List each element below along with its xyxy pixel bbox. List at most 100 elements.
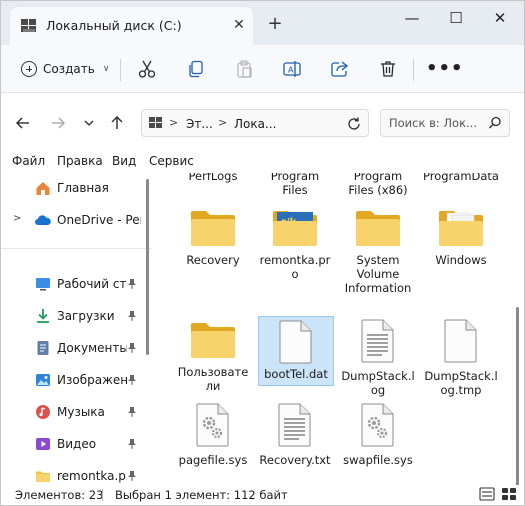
- file-item-swapfile[interactable]: swapfile.sys: [340, 403, 416, 479]
- selection-info: Выбран 1 элемент: 112 байт: [115, 488, 288, 502]
- breadcrumb-this-pc[interactable]: Эт...: [186, 117, 213, 131]
- file-name: DumpStack.log: [341, 369, 415, 397]
- create-label: Создать: [43, 62, 95, 76]
- file-name: System Volume Information: [344, 253, 412, 295]
- file-item-users[interactable]: Пользователи: [175, 319, 251, 395]
- close-tab-icon[interactable]: ✕: [230, 16, 248, 34]
- file-name: swapfile.sys: [343, 453, 413, 467]
- pin-icon: [128, 407, 136, 417]
- divider: [102, 489, 103, 501]
- recent-locations-button[interactable]: [79, 113, 99, 133]
- tab-local-disk[interactable]: Локальный диск (C:) ✕: [10, 7, 253, 45]
- up-button[interactable]: [107, 113, 127, 133]
- file-item-program-files-x86[interactable]: Program Files (x86): [340, 173, 416, 205]
- file-name: pagefile.sys: [178, 453, 248, 467]
- search-box[interactable]: [380, 109, 510, 137]
- back-button[interactable]: [13, 113, 33, 133]
- minimize-button[interactable]: —: [397, 7, 427, 29]
- file-item-program-files[interactable]: Program Files: [257, 173, 333, 205]
- cut-icon: [138, 60, 156, 78]
- file-icon: [279, 320, 312, 364]
- file-item-remontka-folder[interactable]: r/k remontka.pro: [257, 207, 333, 307]
- menu-file[interactable]: Файл: [12, 154, 45, 168]
- system-file-icon: [361, 403, 394, 447]
- maximize-button[interactable]: ☐: [441, 7, 471, 29]
- arrow-up-icon: [111, 116, 123, 129]
- file-item-dumpstack-log[interactable]: DumpStack.log: [340, 319, 416, 397]
- close-window-button[interactable]: ✕: [485, 7, 515, 29]
- sidebar-item-documents[interactable]: Документы: [1, 334, 151, 362]
- sidebar-item-video[interactable]: Видео: [1, 430, 151, 458]
- breadcrumb-separator[interactable]: >: [169, 116, 178, 129]
- navigation-pane: Главная > OneDrive - Perso Рабочий стол …: [1, 173, 151, 485]
- menu-bar: Файл Правка Вид Сервис: [1, 151, 524, 173]
- refresh-icon[interactable]: [345, 115, 363, 133]
- divider: [413, 59, 414, 81]
- documents-icon: [37, 341, 49, 355]
- system-file-icon: [196, 403, 229, 447]
- file-item-recovery-txt[interactable]: Recovery.txt: [257, 403, 333, 479]
- details-view-icon[interactable]: [479, 487, 495, 501]
- file-item-boottel[interactable]: bootTel.dat: [258, 316, 334, 386]
- file-name: DumpStack.log.tmp: [424, 369, 498, 397]
- share-button[interactable]: [328, 57, 352, 81]
- copy-button[interactable]: [184, 57, 208, 81]
- file-explorer-window: Локальный диск (C:) ✕ + — ☐ ✕ Создать ∨: [0, 0, 525, 506]
- file-item-perflogs[interactable]: PerfLogs: [175, 173, 251, 205]
- file-item-recovery-folder[interactable]: Recovery: [175, 207, 251, 307]
- new-tab-button[interactable]: +: [265, 14, 285, 34]
- svg-text:A: A: [288, 66, 294, 75]
- file-item-programdata[interactable]: ProgramData: [423, 173, 499, 205]
- sidebar-item-desktop[interactable]: Рабочий стол: [1, 270, 151, 298]
- folder-icon: [191, 211, 235, 246]
- address-bar[interactable]: > Эт... > Лока...: [141, 109, 369, 137]
- tab-title: Локальный диск (C:): [46, 18, 182, 33]
- file-item-pagefile[interactable]: pagefile.sys: [175, 403, 251, 479]
- copy-icon: [189, 60, 203, 78]
- delete-button[interactable]: [376, 57, 400, 81]
- sidebar-item-remontka[interactable]: remontka.pro: [1, 462, 151, 485]
- documents-folder-icon: [439, 211, 483, 246]
- sidebar-item-label: Изображения: [57, 373, 127, 387]
- paste-icon: [237, 60, 252, 78]
- rename-button[interactable]: A: [280, 57, 304, 81]
- file-item-system-volume-information[interactable]: System Volume Information: [340, 207, 416, 317]
- sidebar-item-home[interactable]: Главная: [1, 174, 151, 202]
- breadcrumb-separator[interactable]: >: [218, 116, 227, 129]
- forward-button[interactable]: [48, 113, 68, 133]
- sidebar-item-downloads[interactable]: Загрузки: [1, 302, 151, 330]
- menu-tools[interactable]: Сервис: [149, 154, 194, 168]
- menu-view[interactable]: Вид: [112, 154, 136, 168]
- arrow-left-icon: [16, 117, 29, 129]
- chevron-right-icon[interactable]: >: [13, 213, 21, 224]
- paste-button[interactable]: [232, 57, 256, 81]
- image-folder-icon: r/k: [273, 211, 317, 246]
- sidebar-item-label: remontka.pro: [57, 469, 127, 483]
- sidebar-item-label: Видео: [57, 437, 97, 451]
- menu-edit[interactable]: Правка: [57, 154, 103, 168]
- file-item-dumpstack-log-tmp[interactable]: DumpStack.log.tmp: [423, 319, 499, 397]
- divider: [120, 59, 121, 81]
- breadcrumb-local-disk[interactable]: Лока...: [234, 117, 276, 131]
- file-item-windows[interactable]: Windows: [423, 207, 499, 307]
- cut-button[interactable]: [135, 57, 159, 81]
- search-icon: [489, 116, 501, 129]
- sidebar-item-onedrive[interactable]: > OneDrive - Perso: [1, 206, 151, 234]
- file-list: PerfLogs Program Files Program Files (x8…: [151, 173, 524, 485]
- search-input[interactable]: [389, 116, 485, 130]
- sidebar-scrollbar[interactable]: [146, 179, 149, 355]
- command-bar: Создать ∨ A •••: [1, 45, 524, 93]
- sidebar-item-music[interactable]: Музыка: [1, 398, 151, 426]
- more-options-button[interactable]: •••: [426, 57, 464, 81]
- pin-icon: [128, 311, 136, 321]
- file-name: Recovery: [186, 253, 240, 267]
- folder-icon: [191, 323, 235, 358]
- plus-icon: [21, 61, 37, 77]
- share-icon: [331, 61, 349, 77]
- file-name: bootTel.dat: [264, 367, 328, 381]
- sidebar-item-pictures[interactable]: Изображения: [1, 366, 151, 394]
- large-icons-view-icon[interactable]: [501, 487, 517, 501]
- pin-icon: [128, 439, 136, 449]
- content-scrollbar[interactable]: [516, 307, 519, 487]
- create-button[interactable]: Создать ∨: [15, 56, 115, 82]
